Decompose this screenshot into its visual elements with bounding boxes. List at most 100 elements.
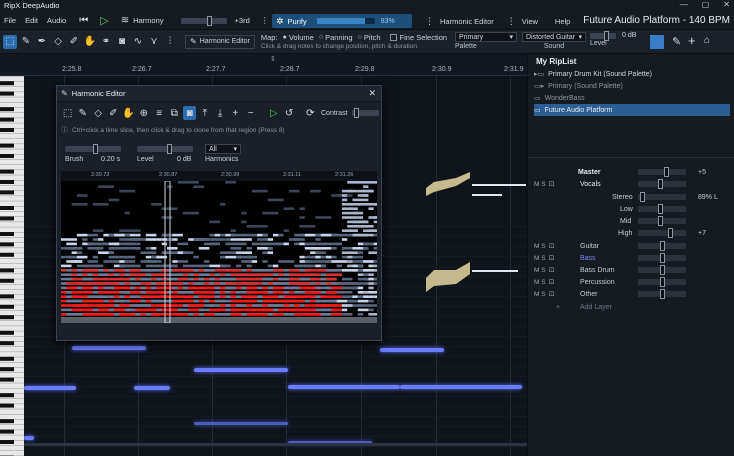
piano-black-key[interactable]: [0, 367, 14, 372]
camera-icon[interactable]: ◙: [115, 35, 129, 49]
level-slider[interactable]: [590, 30, 616, 41]
piano-black-key[interactable]: [0, 268, 14, 273]
plus-icon[interactable]: +: [229, 106, 242, 120]
eraser-icon[interactable]: ◇: [51, 35, 65, 49]
stamp-icon[interactable]: ⊕: [137, 106, 150, 120]
close-icon[interactable]: ✕: [368, 88, 376, 99]
close-button[interactable]: ✕: [723, 0, 730, 9]
note[interactable]: [24, 436, 34, 440]
percussion-fader-knob[interactable]: [660, 277, 665, 287]
menu-help[interactable]: Help: [555, 17, 570, 26]
fine-selection-checkbox[interactable]: [389, 34, 397, 41]
piano-black-key[interactable]: [0, 117, 14, 122]
bass-fader-knob[interactable]: [660, 253, 665, 263]
riplist-item[interactable]: ▸▭ Primary Drum Kit (Sound Palette): [534, 68, 730, 80]
hand-icon[interactable]: ✋: [83, 35, 97, 49]
master-row[interactable]: Master +5: [534, 166, 730, 178]
piano-black-key[interactable]: [0, 81, 14, 86]
piano-black-key[interactable]: [0, 154, 14, 158]
radio-pitch-icon[interactable]: ○: [358, 34, 362, 41]
brush-slider-knob[interactable]: [93, 144, 98, 154]
piano-black-key[interactable]: [0, 169, 14, 174]
piano-black-key[interactable]: [0, 190, 14, 195]
minus-icon[interactable]: −: [244, 106, 257, 120]
note[interactable]: [472, 194, 502, 196]
guitar-fader-knob[interactable]: [660, 241, 665, 251]
mid-fader-knob[interactable]: [658, 216, 663, 226]
lock-icon[interactable]: ⊡: [549, 290, 555, 298]
link-icon[interactable]: ⚭: [99, 35, 113, 49]
piano-black-key[interactable]: [0, 128, 14, 132]
piano-black-key[interactable]: [0, 429, 14, 434]
piano-black-key[interactable]: [0, 356, 14, 361]
color-swatch[interactable]: [650, 35, 664, 49]
lock-icon[interactable]: ⊡: [549, 278, 555, 286]
level-slider[interactable]: [137, 144, 193, 154]
layer-row-bass[interactable]: M S ⊡ Bass: [534, 252, 730, 264]
mute-solo[interactable]: M S: [534, 267, 546, 274]
lock-icon[interactable]: ⊡: [549, 180, 555, 188]
spectrogram[interactable]: 2:30.73 2:30.87 2:30.99 2:31.11 2:31.26: [61, 171, 377, 323]
layer-row-vocals[interactable]: M S ⊡ Vocals: [534, 178, 730, 190]
piano-black-key[interactable]: [0, 242, 14, 247]
folder-icon[interactable]: ⌂: [704, 35, 710, 46]
lines-icon[interactable]: ≡: [153, 106, 166, 120]
skip-start-icon[interactable]: ⏮: [79, 15, 88, 26]
note[interactable]: [400, 385, 522, 389]
timeline-ruler[interactable]: 2:25.8 2:26.7 2:27.7 2:28.7 2:29.8 2:30.…: [0, 54, 527, 76]
low-fader-knob[interactable]: [658, 204, 663, 214]
radio-panning-icon[interactable]: ○: [319, 34, 323, 41]
menu-file[interactable]: File: [4, 16, 16, 25]
mute-solo[interactable]: M S: [534, 279, 546, 286]
piano-black-key[interactable]: [0, 315, 14, 320]
high-fader-knob[interactable]: [668, 228, 673, 238]
draw-tool-icon[interactable]: ✎: [76, 106, 89, 120]
riplist-item[interactable]: ▭▸ Primary (Sound Palette): [534, 80, 730, 92]
percussion-fader[interactable]: [638, 277, 686, 287]
sound-dropdown[interactable]: Distorted Guitar ▾: [522, 32, 586, 42]
piano-black-key[interactable]: [0, 252, 14, 257]
map-panning[interactable]: Panning: [325, 33, 353, 42]
master-fader[interactable]: [638, 167, 686, 177]
lock-icon[interactable]: ⊡: [549, 266, 555, 274]
piano-black-key[interactable]: [0, 330, 14, 335]
riplist-item-selected[interactable]: ▭ Future Audio Platform: [534, 104, 730, 116]
harmony-slider-knob[interactable]: [206, 15, 212, 26]
piano-black-key[interactable]: [0, 393, 14, 398]
align-bottom-icon[interactable]: ⤓: [214, 106, 227, 120]
refresh-icon[interactable]: ⟳: [304, 106, 317, 120]
pitch-icon[interactable]: ⋎: [147, 35, 161, 49]
piano-black-key[interactable]: [0, 232, 14, 236]
select-tool-icon[interactable]: ⬚: [3, 34, 17, 49]
map-volume[interactable]: Volume: [289, 33, 314, 42]
menu-edit[interactable]: Edit: [25, 16, 38, 25]
level-slider-knob[interactable]: [167, 144, 172, 154]
sub-row-high[interactable]: High +7: [534, 227, 730, 239]
more-icon[interactable]: ⋮: [261, 16, 269, 25]
contrast-slider-knob[interactable]: [354, 108, 360, 118]
note[interactable]: [134, 386, 170, 390]
align-top-icon[interactable]: ⤒: [198, 106, 211, 120]
vocals-fader-knob[interactable]: [658, 179, 663, 189]
piano-black-key[interactable]: [0, 180, 14, 184]
note[interactable]: [288, 385, 400, 389]
note[interactable]: [380, 348, 444, 352]
scrollbar[interactable]: [24, 443, 527, 446]
piano-black-key[interactable]: [0, 304, 14, 309]
lock-icon[interactable]: ⊡: [549, 242, 555, 250]
piano-black-key[interactable]: [0, 107, 14, 112]
harmonic-editor-title-bar[interactable]: ✎ Harmonic Editor ✕: [57, 86, 381, 102]
mute-solo[interactable]: M S: [534, 243, 546, 250]
sub-row-stereo[interactable]: Stereo 89% L: [534, 191, 730, 203]
lock-icon[interactable]: ⊡: [549, 254, 555, 262]
layer-row-other[interactable]: M S ⊡ Other: [534, 288, 730, 300]
purify-control[interactable]: ✲ Purify 83%: [272, 14, 412, 28]
bass-fader[interactable]: [638, 253, 686, 263]
piano-black-key[interactable]: [0, 403, 14, 408]
maximize-button[interactable]: ▢: [702, 0, 710, 9]
other-fader[interactable]: [638, 289, 686, 299]
pen-tool-icon[interactable]: ✒: [35, 35, 49, 49]
add-layer-button[interactable]: + Add Layer: [534, 301, 730, 313]
play-icon[interactable]: ▷: [267, 106, 280, 120]
harmonic-editor-menu[interactable]: ⋮ Harmonic Editor ⋮ View Help: [425, 14, 579, 28]
